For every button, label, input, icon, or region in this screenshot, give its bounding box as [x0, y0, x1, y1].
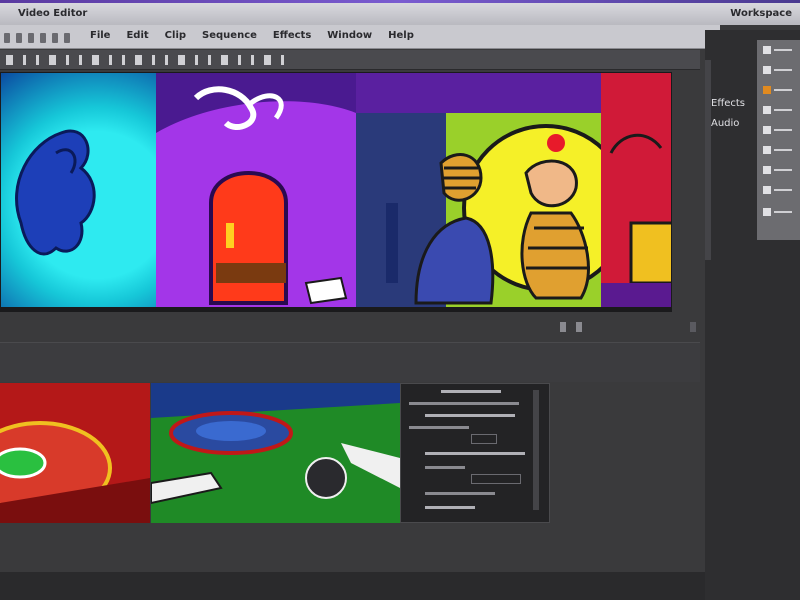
property-row[interactable] [425, 466, 465, 469]
quick-tools [4, 33, 70, 43]
tool-icon[interactable] [52, 33, 58, 43]
panel-tool-row[interactable] [763, 106, 793, 116]
toolbar-button[interactable] [208, 55, 211, 65]
menu-bar: File Edit Clip Sequence Effects Window H… [0, 25, 720, 49]
cartoon-panel-purple [156, 73, 356, 311]
toolbar-button[interactable] [66, 55, 69, 65]
layer-icon [763, 126, 771, 134]
panel-tool-row[interactable] [763, 86, 793, 96]
toolbar-button[interactable] [264, 55, 271, 65]
tool-icon[interactable] [4, 33, 10, 43]
tool-icon[interactable] [64, 33, 70, 43]
layer-icon [763, 46, 771, 54]
panel-tool-row[interactable] [763, 66, 793, 76]
right-side-panel: Effects Audio [705, 30, 800, 600]
menu-edit[interactable]: Edit [126, 30, 148, 41]
layer-icon [763, 106, 771, 114]
tool-icon[interactable] [28, 33, 34, 43]
property-header [441, 390, 501, 393]
tool-icon[interactable] [16, 33, 22, 43]
toolbar-button[interactable] [251, 55, 254, 65]
toolbar-button[interactable] [23, 55, 26, 65]
menu-list: File Edit Clip Sequence Effects Window H… [90, 30, 414, 41]
title-bar: Video Editor Workspace [0, 3, 800, 25]
panel-tool-row[interactable] [763, 126, 793, 136]
layer-icon [763, 208, 771, 216]
status-bar [0, 572, 705, 600]
properties-panel [400, 383, 550, 523]
playhead-marker[interactable] [576, 322, 582, 332]
menu-sequence[interactable]: Sequence [202, 30, 257, 41]
toolbar-button[interactable] [178, 55, 185, 65]
property-row[interactable] [425, 452, 525, 455]
panel-label-effects[interactable]: Effects [711, 98, 745, 109]
clip-thumbnail-green[interactable] [151, 383, 400, 523]
menu-window[interactable]: Window [327, 30, 372, 41]
app-title: Video Editor [18, 8, 88, 19]
property-row[interactable] [409, 426, 469, 429]
toolbar-button[interactable] [122, 55, 125, 65]
program-monitor[interactable] [0, 72, 672, 312]
panel-tool-row[interactable] [763, 208, 793, 218]
toolbar-button[interactable] [221, 55, 228, 65]
properties-scrollbar[interactable] [533, 390, 539, 510]
toolbar-button[interactable] [135, 55, 142, 65]
panel-scrollbar[interactable] [705, 60, 711, 260]
tool-bar [0, 50, 700, 70]
panel-tool-row[interactable] [763, 146, 793, 156]
panel-tool-row[interactable] [763, 186, 793, 196]
panel-divider[interactable] [0, 342, 700, 382]
cartoon-panel-yellow [356, 113, 630, 311]
clip-thumbnail-red[interactable] [0, 383, 150, 523]
panel-tool-strip [757, 40, 800, 240]
menu-clip[interactable]: Clip [165, 30, 186, 41]
toolbar-button[interactable] [6, 55, 13, 65]
timeline-ruler[interactable] [0, 314, 700, 342]
toolbar-button[interactable] [238, 55, 241, 65]
toolbar-button[interactable] [109, 55, 112, 65]
property-value-field[interactable] [471, 434, 497, 444]
layer-icon [763, 186, 771, 194]
layer-icon [763, 86, 771, 94]
property-row[interactable] [425, 414, 515, 417]
playhead-marker[interactable] [560, 322, 566, 332]
toolbar-button[interactable] [49, 55, 56, 65]
property-row[interactable] [425, 506, 475, 509]
layer-icon [763, 146, 771, 154]
toolbar-buttons [6, 55, 284, 65]
toolbar-button[interactable] [36, 55, 39, 65]
toolbar-button[interactable] [152, 55, 155, 65]
toolbar-button[interactable] [92, 55, 99, 65]
property-row[interactable] [409, 402, 519, 405]
menu-effects[interactable]: Effects [273, 30, 311, 41]
timeline-end-marker[interactable] [690, 322, 696, 332]
toolbar-button[interactable] [79, 55, 82, 65]
property-value-field[interactable] [471, 474, 521, 484]
property-row[interactable] [425, 492, 495, 495]
panel-tool-row[interactable] [763, 46, 793, 56]
monitor-scrub-bar[interactable] [1, 307, 671, 311]
cartoon-panel-red [601, 73, 671, 311]
panel-tool-row[interactable] [763, 166, 793, 176]
toolbar-button[interactable] [165, 55, 168, 65]
menu-file[interactable]: File [90, 30, 110, 41]
menu-help[interactable]: Help [388, 30, 414, 41]
workspace-label[interactable]: Workspace [730, 8, 792, 19]
layer-icon [763, 66, 771, 74]
toolbar-button[interactable] [195, 55, 198, 65]
media-bin [0, 383, 400, 523]
toolbar-button[interactable] [281, 55, 284, 65]
layer-icon [763, 166, 771, 174]
tool-icon[interactable] [40, 33, 46, 43]
panel-label-audio[interactable]: Audio [711, 118, 739, 129]
cartoon-panel-blue [1, 73, 161, 311]
